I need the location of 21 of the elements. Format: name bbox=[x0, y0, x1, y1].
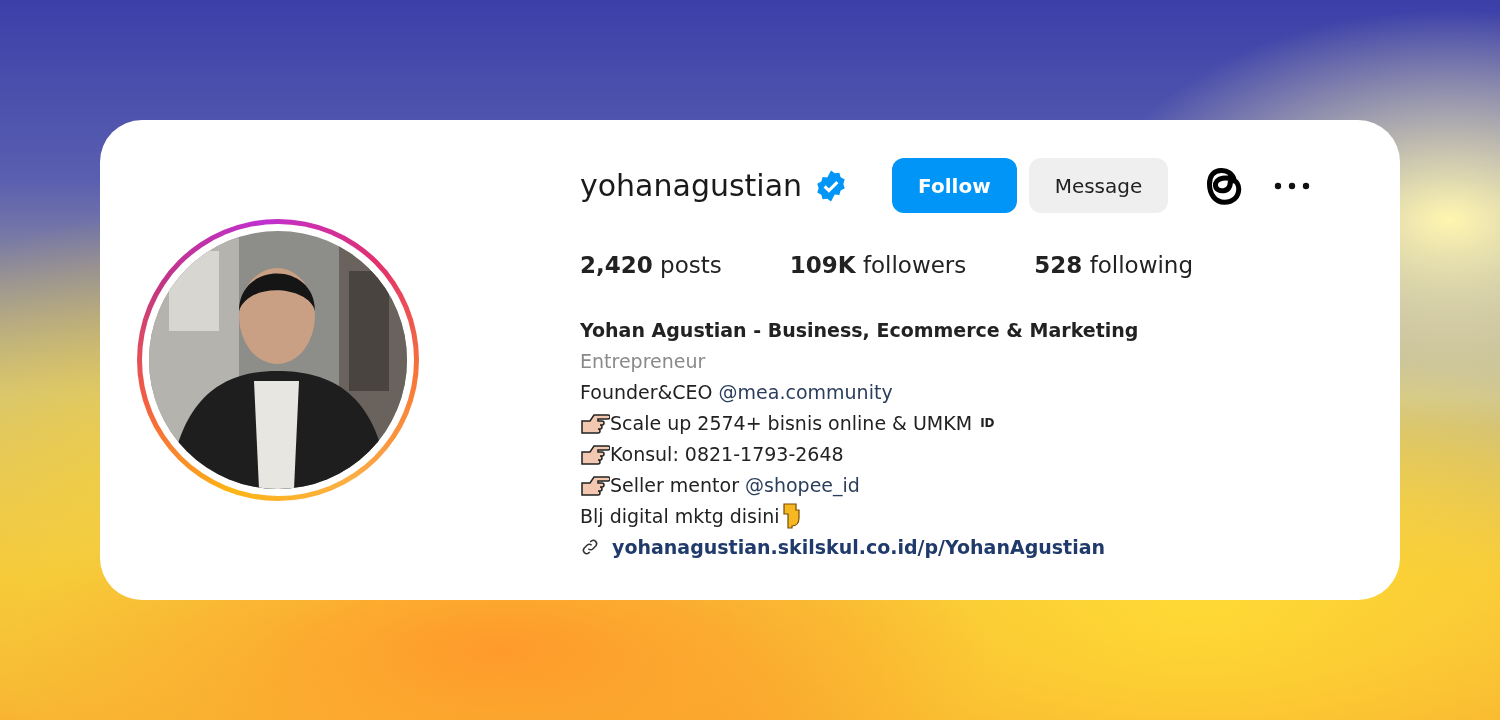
profile-stat[interactable]: 2,420 posts bbox=[580, 251, 722, 278]
link-icon bbox=[580, 537, 600, 557]
pointing-hand-icon bbox=[580, 412, 610, 434]
bio-text: Seller mentor bbox=[610, 472, 740, 498]
pointing-hand-icon bbox=[580, 443, 610, 465]
profile-stat[interactable]: 109K followers bbox=[789, 251, 967, 278]
profile-stat[interactable]: 528 following bbox=[1034, 251, 1194, 278]
bio-text: Scale up 2574+ bisnis online & UMKM bbox=[610, 410, 973, 436]
category-label: Entrepreneur bbox=[580, 348, 707, 374]
flag-label: ID bbox=[980, 414, 995, 432]
bio-text: Blj digital mktg disini bbox=[580, 503, 780, 529]
full-name: Yohan Agustian - Business, Ecommerce & Marketing bbox=[580, 317, 1140, 343]
bio-text: Founder&CEO bbox=[580, 379, 714, 405]
message-button[interactable]: Message bbox=[1028, 158, 1169, 213]
website-link[interactable]: yohanagustian.skilskul.co.id/p/YohanAgustian bbox=[612, 531, 1106, 563]
mention-link[interactable]: @shopee_id bbox=[745, 469, 860, 501]
more-options-icon[interactable] bbox=[1274, 181, 1311, 190]
pointing-hand-icon bbox=[580, 474, 610, 496]
mention-link[interactable]: @mea.community bbox=[718, 376, 893, 408]
bio-text: Konsul: 0821-1793-2648 bbox=[610, 441, 844, 467]
username: yohanagustian bbox=[580, 168, 803, 203]
